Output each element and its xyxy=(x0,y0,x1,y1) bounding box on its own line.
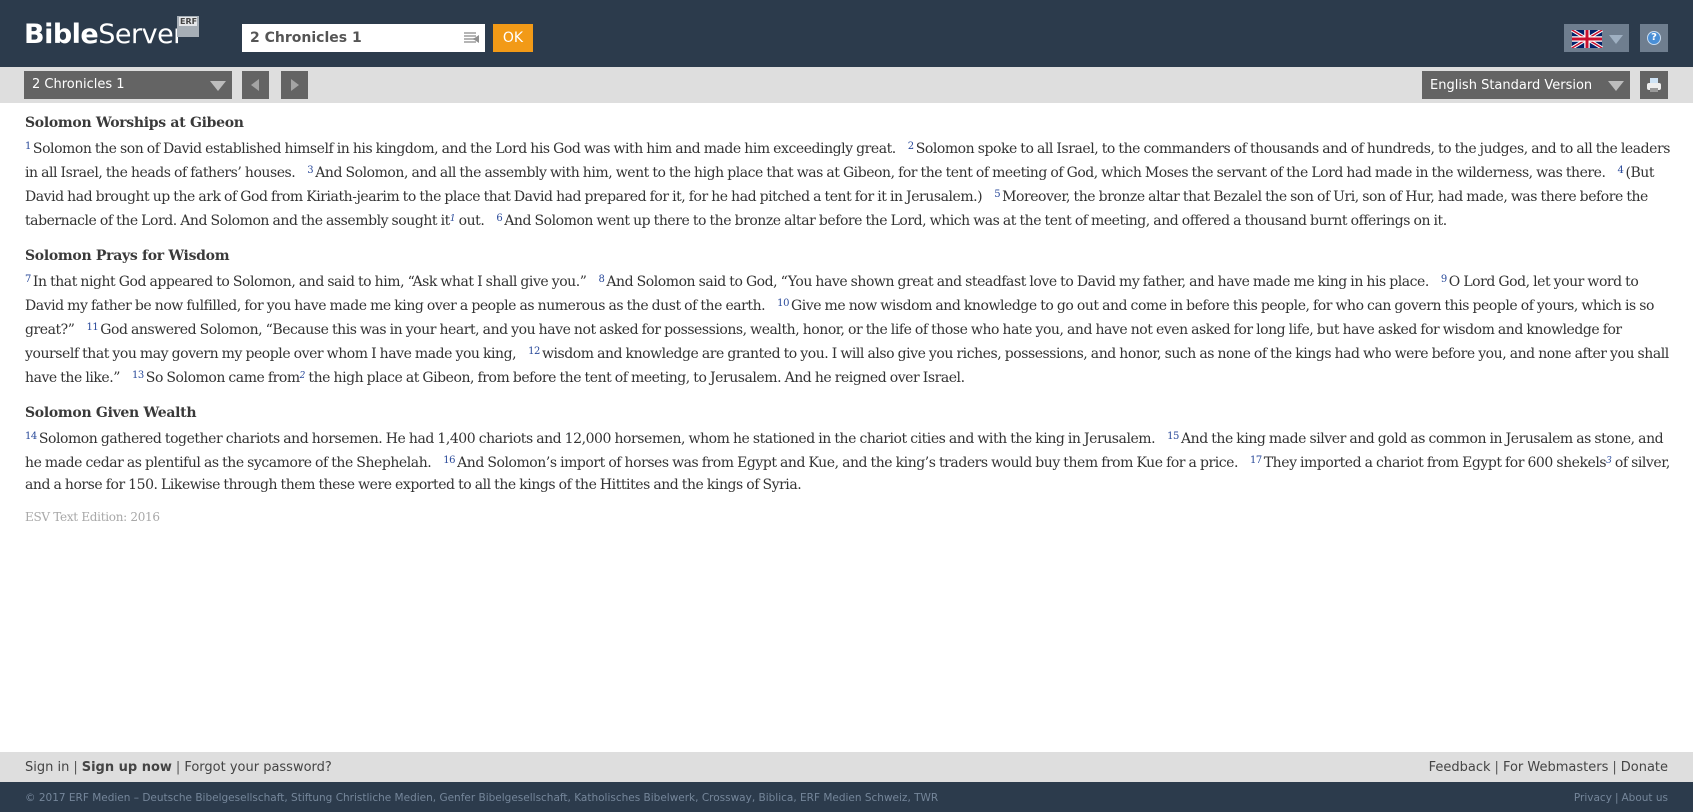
copyright-text: © 2017 ERF Medien – Deutsche Bibelgesell… xyxy=(25,792,939,804)
search-input[interactable] xyxy=(242,24,457,52)
verse: 7 In that night God appeared to Solomon, … xyxy=(25,274,587,290)
chevron-down-icon xyxy=(1608,81,1624,91)
verse-number[interactable]: 2 xyxy=(908,141,916,152)
next-chapter-button[interactable] xyxy=(281,71,308,99)
verse-number[interactable]: 15 xyxy=(1167,431,1181,442)
passage: 7 In that night God appeared to Solomon, … xyxy=(25,269,1670,389)
toolbar: 2 Chronicles 1 English Standard Version xyxy=(0,67,1693,103)
separator: | xyxy=(73,760,78,775)
chevron-down-icon xyxy=(210,81,226,91)
sections-container: Solomon Worships at Gibeon 1 Solomon the s… xyxy=(25,113,1670,496)
verse-number[interactable]: 14 xyxy=(25,431,39,442)
separator: | xyxy=(1494,760,1499,775)
uk-flag-icon xyxy=(1571,30,1603,48)
verse: 1 Solomon the son of David established hi… xyxy=(25,141,896,157)
bibleserver-logo[interactable]: BibleServer xyxy=(24,19,184,51)
site-links: Feedback | For Webmasters | Donate xyxy=(1429,752,1668,783)
verse-text: Solomon gathered together chariots and h… xyxy=(38,431,1156,447)
verse-number[interactable]: 9 xyxy=(1441,274,1449,285)
verse-number[interactable]: 12 xyxy=(528,346,542,357)
verse-text: So Solomon came from xyxy=(145,370,300,386)
forgot-password-link[interactable]: Forgot your password? xyxy=(184,760,332,775)
verse: 8 And Solomon said to God, “You have show… xyxy=(598,274,1429,290)
verse-number[interactable]: 1 xyxy=(25,141,33,152)
donate-link[interactable]: Donate xyxy=(1621,760,1668,775)
logo-bold-text: Bible xyxy=(24,19,99,50)
printer-icon xyxy=(1647,78,1661,92)
passage: 14 Solomon gathered together chariots and… xyxy=(25,426,1670,496)
footer-bottom: © 2017 ERF Medien – Deutsche Bibelgesell… xyxy=(0,782,1693,812)
verse-text: And Solomon, and all the assembly with h… xyxy=(315,165,1606,181)
section-heading: Solomon Given Wealth xyxy=(25,405,197,421)
verse-text: They imported a chariot from Egypt for 6… xyxy=(1263,455,1607,471)
verse-text: And Solomon’s import of horses was from … xyxy=(457,455,1238,471)
verse-number[interactable]: 16 xyxy=(443,455,457,466)
verse-text: And Solomon said to God, “You have shown… xyxy=(606,274,1429,290)
footer-links: Sign in | Sign up now | Forgot your password… xyxy=(0,752,1693,782)
about-us-link[interactable]: About us xyxy=(1621,792,1668,804)
ok-button[interactable]: OK xyxy=(493,24,533,52)
erf-logo-icon[interactable]: ERF xyxy=(177,16,199,37)
passage: 1 Solomon the son of David established hi… xyxy=(25,136,1670,232)
for-webmasters-link[interactable]: For Webmasters xyxy=(1503,760,1608,775)
print-button[interactable] xyxy=(1640,71,1668,99)
verse-text: Solomon the son of David established him… xyxy=(32,141,896,157)
verse: 3 And Solomon, and all the assembly with … xyxy=(307,165,1606,181)
logo-light-text: Server xyxy=(98,19,184,50)
legal-links: Privacy | About us xyxy=(1574,782,1668,812)
privacy-link[interactable]: Privacy xyxy=(1574,792,1612,804)
sign-in-link[interactable]: Sign in xyxy=(25,760,69,775)
list-icon[interactable] xyxy=(464,32,479,45)
verse: 13 So Solomon came from2 the high place a… xyxy=(132,370,965,386)
verse-number[interactable]: 11 xyxy=(86,322,100,333)
verse-number[interactable]: 5 xyxy=(994,189,1002,200)
section-heading: Solomon Prays for Wisdom xyxy=(25,248,230,264)
separator: | xyxy=(1612,760,1617,775)
bible-text: Solomon Worships at Gibeon 1 Solomon the s… xyxy=(25,113,1670,524)
verse-number[interactable]: 10 xyxy=(777,298,791,309)
account-links: Sign in | Sign up now | Forgot your password… xyxy=(25,752,332,783)
verse-number[interactable]: 13 xyxy=(132,370,146,381)
section-heading: Solomon Worships at Gibeon xyxy=(25,115,244,131)
arrow-left-icon xyxy=(251,79,259,91)
chapter-select-value: 2 Chronicles 1 xyxy=(32,77,125,92)
verse: 16 And Solomon’s import of horses was fro… xyxy=(443,455,1238,471)
help-button[interactable]: ? xyxy=(1640,24,1668,52)
help-icon: ? xyxy=(1647,31,1661,45)
verse: 14 Solomon gathered together chariots and… xyxy=(25,431,1156,447)
verse: 6 And Solomon went up there to the bronze… xyxy=(496,213,1447,229)
arrow-right-icon xyxy=(291,79,299,91)
edition-note: ESV Text Edition: 2016 xyxy=(25,510,160,524)
header: BibleServer ERF OK ? xyxy=(0,0,1693,67)
language-select[interactable] xyxy=(1564,24,1629,52)
chapter-select[interactable]: 2 Chronicles 1 xyxy=(24,71,232,99)
search-box xyxy=(242,24,485,52)
version-select[interactable]: English Standard Version xyxy=(1422,71,1630,99)
previous-chapter-button[interactable] xyxy=(242,71,269,99)
feedback-link[interactable]: Feedback xyxy=(1429,760,1491,775)
chevron-down-icon xyxy=(1609,35,1623,44)
verse-number[interactable]: 17 xyxy=(1250,455,1264,466)
verse-text: In that night God appeared to Solomon, a… xyxy=(32,274,587,290)
verse-number[interactable]: 7 xyxy=(25,274,33,285)
verse-text: And Solomon went up there to the bronze … xyxy=(504,213,1447,229)
separator: | xyxy=(175,760,181,775)
erf-badge-text: ERF xyxy=(179,17,198,26)
sign-up-link[interactable]: Sign up now xyxy=(82,760,172,775)
verse-text: out. xyxy=(455,213,485,229)
verse-text: the high place at Gibeon, from before th… xyxy=(304,370,965,386)
version-select-value: English Standard Version xyxy=(1430,78,1593,93)
